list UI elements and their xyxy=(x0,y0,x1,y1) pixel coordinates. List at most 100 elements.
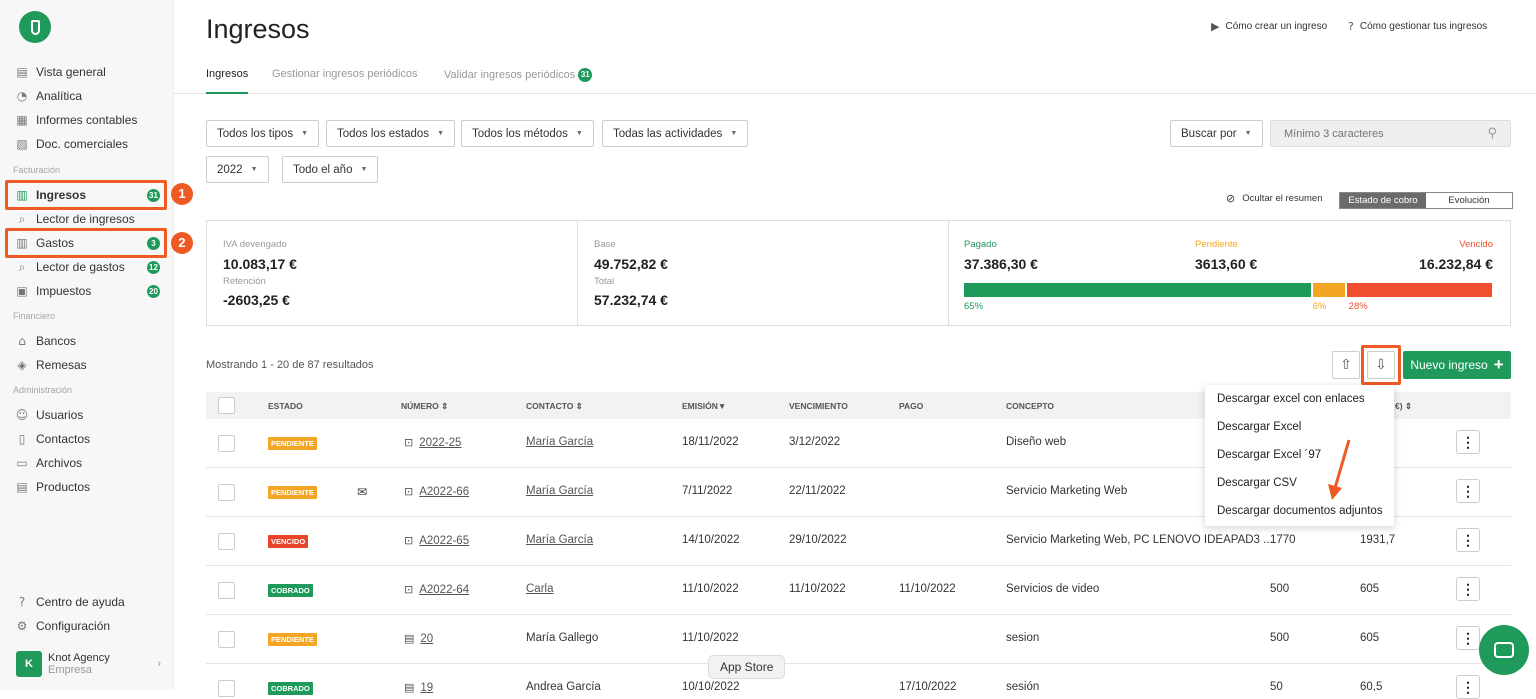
sidebar-item-ayuda[interactable]: ? Centro de ayuda xyxy=(14,592,160,612)
contact-link[interactable]: María García xyxy=(526,436,593,448)
tab-ingresos[interactable]: Ingresos xyxy=(206,68,249,94)
row-checkbox[interactable] xyxy=(218,680,235,697)
hide-summary-toggle[interactable]: ⊘ Ocultar el resumen xyxy=(1226,192,1322,205)
callout-number: 1 xyxy=(171,183,193,205)
table-row[interactable]: COBRADO ⊡ A2022-64 Carla 11/10/2022 11/10… xyxy=(206,566,1511,615)
row-more-button[interactable]: ⋮ xyxy=(1456,479,1480,503)
sidebar-item-contactos[interactable]: ▯ Contactos xyxy=(14,429,160,449)
menu-item-adjuntos[interactable]: Descargar documentos adjuntos xyxy=(1217,505,1383,517)
sidebar-item-lector-ingresos[interactable]: ⌕ Lector de ingresos xyxy=(14,209,160,229)
row-more-button[interactable]: ⋮ xyxy=(1456,577,1480,601)
row-more-button[interactable]: ⋮ xyxy=(1456,626,1480,650)
status-badge: PENDIENTE xyxy=(268,633,317,646)
row-more-button[interactable]: ⋮ xyxy=(1456,675,1480,699)
row-checkbox[interactable] xyxy=(218,484,235,501)
upload-button[interactable]: ⇧ xyxy=(1332,351,1360,379)
search-box: ⚲ xyxy=(1270,120,1511,147)
invoice-number[interactable]: ⊡ A2022-65 xyxy=(404,534,469,547)
sidebar-item-analitica[interactable]: ◔ Analítica xyxy=(14,86,160,106)
caret-down-icon: ▼ xyxy=(730,130,738,137)
sort-icon: ⇕ xyxy=(575,401,583,411)
invoice-number[interactable]: ▤ 19 xyxy=(404,681,433,694)
chat-icon xyxy=(1494,642,1514,658)
sidebar-item-bancos[interactable]: ⌂ Bancos xyxy=(14,331,160,351)
new-income-button[interactable]: Nuevo ingreso + xyxy=(1403,351,1511,379)
row-more-button[interactable]: ⋮ xyxy=(1456,528,1480,552)
sidebar-item-vista-general[interactable]: ▤ Vista general xyxy=(14,62,160,82)
segment-estado-cobro[interactable]: Estado de cobro xyxy=(1340,193,1426,208)
mail-icon[interactable]: ✉ xyxy=(357,485,367,499)
count-badge: 31 xyxy=(578,68,593,82)
vencido-percent: 28% xyxy=(1348,301,1368,312)
sidebar-item-informes[interactable]: ▦ Informes contables xyxy=(14,110,160,130)
sidebar-item-lector-gastos[interactable]: ⌕ Lector de gastos 12 xyxy=(14,257,160,277)
pendiente-value: 3613,60 € xyxy=(1195,256,1258,272)
section-label-facturacion: Facturación xyxy=(13,165,61,175)
column-header-contacto[interactable]: CONTACTO ⇕ xyxy=(526,401,583,412)
row-checkbox[interactable] xyxy=(218,631,235,648)
callout-number: 2 xyxy=(171,232,193,254)
avatar: K xyxy=(16,651,42,677)
menu-item-excel-97[interactable]: Descargar Excel ´97 xyxy=(1217,449,1321,461)
total-value: 57.232,74 € xyxy=(594,292,668,308)
contact-name: María Gallego xyxy=(526,632,599,644)
pagado-value: 37.386,30 € xyxy=(964,256,1038,272)
chat-support-button[interactable] xyxy=(1479,625,1529,675)
menu-item-excel[interactable]: Descargar Excel xyxy=(1217,421,1301,433)
tab-gestionar-periodicos[interactable]: Gestionar ingresos periódicos xyxy=(272,68,418,80)
summary-panel: IVA devengado 10.083,17 € Retención -260… xyxy=(206,220,1511,326)
column-header-total[interactable]: €) ⇕ xyxy=(1395,401,1412,412)
sidebar-item-remesas[interactable]: ◈ Remesas xyxy=(14,355,160,375)
table-row[interactable]: PENDIENTE ▤ 20 María Gallego 11/10/2022 s… xyxy=(206,615,1511,664)
column-header-emision[interactable]: EMISIÓN▼ xyxy=(682,401,726,411)
column-header-numero[interactable]: NÚMERO ⇕ xyxy=(401,401,448,412)
status-badge: VENCIDO xyxy=(268,535,309,548)
sidebar-item-configuracion[interactable]: ⚙ Configuración xyxy=(14,616,160,636)
contact-link[interactable]: María García xyxy=(526,534,593,546)
filter-estados[interactable]: Todos los estados ▼ xyxy=(326,120,455,147)
app-logo[interactable] xyxy=(19,11,51,43)
invoice-doc-icon: ⊡ xyxy=(404,436,414,449)
help-link-gestionar[interactable]: ? Cómo gestionar tus ingresos xyxy=(1348,20,1487,33)
concept: Diseño web xyxy=(1006,436,1067,448)
plus-icon: + xyxy=(1493,355,1504,374)
row-checkbox[interactable] xyxy=(218,435,235,452)
search-by-select[interactable]: Buscar por ▼ xyxy=(1170,120,1263,147)
summary-status-column: Pagado 37.386,30 € Pendiente 3613,60 € V… xyxy=(949,221,1510,325)
base-amount: 500 xyxy=(1270,632,1290,644)
invoice-number[interactable]: ⊡ 2022-25 xyxy=(404,436,461,449)
sidebar-item-archivos[interactable]: ▭ Archivos xyxy=(14,453,160,473)
column-header-pago: PAGO xyxy=(899,401,924,411)
filter-period[interactable]: Todo el año ▼ xyxy=(282,156,379,183)
download-menu: Descargar excel con enlaces Descargar Ex… xyxy=(1205,385,1394,526)
sidebar-item-productos[interactable]: ▤ Productos xyxy=(14,477,160,497)
filter-metodos[interactable]: Todos los métodos ▼ xyxy=(461,120,594,147)
contact-link[interactable]: Carla xyxy=(526,583,553,595)
account-switcher[interactable]: K Knot Agency Empresa › xyxy=(16,651,161,677)
search-icon[interactable]: ⚲ xyxy=(1487,126,1497,141)
due-date: 3/12/2022 xyxy=(789,436,841,448)
segment-evolucion[interactable]: Evolución xyxy=(1426,193,1512,208)
filter-actividades[interactable]: Todas las actividades ▼ xyxy=(602,120,749,147)
invoice-number[interactable]: ⊡ A2022-66 xyxy=(404,485,469,498)
row-checkbox[interactable] xyxy=(218,533,235,550)
filter-tipos[interactable]: Todos los tipos ▼ xyxy=(206,120,320,147)
sidebar-item-doc-comerciales[interactable]: ▧ Doc. comerciales xyxy=(14,134,160,154)
row-checkbox[interactable] xyxy=(218,582,235,599)
row-more-button[interactable]: ⋮ xyxy=(1456,430,1480,454)
sidebar-item-impuestos[interactable]: ▣ Impuestos 20 xyxy=(14,281,160,301)
menu-item-csv[interactable]: Descargar CSV xyxy=(1217,477,1297,489)
invoice-number[interactable]: ⊡ A2022-64 xyxy=(404,583,469,596)
help-icon: ? xyxy=(18,595,26,609)
help-link-crear[interactable]: ▶ Cómo crear un ingreso xyxy=(1211,20,1327,33)
sidebar-item-usuarios[interactable]: ☺ Usuarios xyxy=(14,405,160,425)
invoice-number[interactable]: ▤ 20 xyxy=(404,632,433,645)
filter-year[interactable]: 2022 ▼ xyxy=(206,156,269,183)
select-all-checkbox[interactable] xyxy=(218,397,235,414)
table-row[interactable]: COBRADO ▤ 19 Andrea García 10/10/2022 17/… xyxy=(206,664,1511,699)
menu-item-excel-enlaces[interactable]: Descargar excel con enlaces xyxy=(1217,393,1365,405)
contact-link[interactable]: María García xyxy=(526,485,593,497)
search-input[interactable] xyxy=(1284,127,1464,140)
column-header-concepto: CONCEPTO xyxy=(1006,401,1055,411)
tab-validar-periodicos[interactable]: Validar ingresos periódicos 31 xyxy=(444,68,593,82)
